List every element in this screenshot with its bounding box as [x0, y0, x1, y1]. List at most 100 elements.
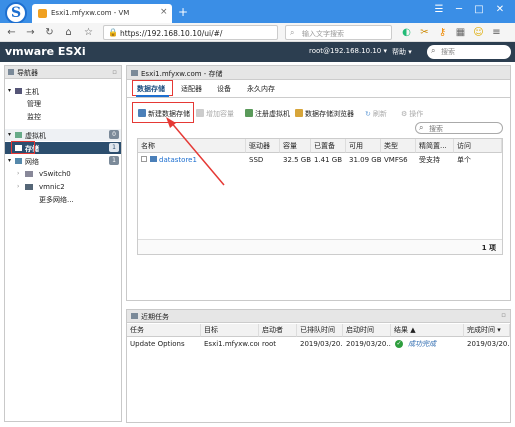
datastore-browser-icon — [295, 109, 303, 117]
filter-input[interactable]: ⌕ 搜索 — [415, 122, 503, 134]
network-icon — [15, 158, 22, 164]
search-icon: ⌕ — [419, 123, 424, 132]
key-icon[interactable]: ⚷ — [436, 26, 449, 39]
table-cell: 受支持 — [419, 156, 440, 164]
cut-icon[interactable]: ✂ — [418, 26, 431, 39]
column-header[interactable]: 完成时间 ▾ — [464, 324, 510, 337]
navigator-panel: 导航器 ▫ ▾ 主机 管理 监控 ▾ 虚拟机 0 存储 1 ▾ 网络 1 › v… — [4, 65, 122, 422]
column-header[interactable]: 访问 — [454, 139, 502, 153]
column-header[interactable]: 已置备 — [311, 139, 346, 153]
browser-logo-icon: S — [5, 2, 27, 24]
nav-item-label: 虚拟机 — [25, 132, 46, 140]
expand-icon: ▾ — [8, 87, 12, 94]
table-cell: 1.41 GB — [314, 156, 343, 164]
task-cell: 2019/03/20... — [467, 340, 510, 348]
datastore-browser-button[interactable]: 数据存储浏览器 — [295, 109, 354, 119]
expand-icon: ▾ — [8, 157, 12, 164]
refresh-icon[interactable]: ↻ — [43, 26, 56, 39]
column-header[interactable]: 目标 — [201, 324, 259, 337]
new-tab-icon[interactable]: + — [178, 5, 188, 19]
column-header[interactable]: 类型 — [381, 139, 416, 153]
nav-item-vswitch0[interactable]: › vSwitch0 — [5, 168, 121, 180]
nav-item-label: vmnic2 — [39, 183, 65, 191]
column-header[interactable]: 任务 — [127, 324, 201, 337]
minimize-icon[interactable]: ─ — [451, 3, 467, 17]
column-header[interactable]: 精简置... — [416, 139, 454, 153]
actions-button[interactable]: ⚙ 操作 — [401, 109, 423, 119]
url-text: https://192.168.10.10/ui/#/ — [120, 29, 223, 38]
column-header[interactable]: 驱动器 — [246, 139, 280, 153]
browser-tab[interactable]: Esxi1.mfyxw.com - VM × — [32, 4, 172, 23]
vswitch-icon — [25, 171, 33, 177]
user-menu[interactable]: root@192.168.10.10 ▾ — [309, 47, 387, 55]
column-header[interactable]: 启动者 — [259, 324, 297, 337]
tab-persistent-memory[interactable]: 永久内存 — [247, 84, 275, 96]
vms-count-badge: 0 — [109, 130, 119, 139]
menu-icon[interactable]: ☰ — [431, 3, 447, 17]
tab-adapters[interactable]: 适配器 — [181, 84, 202, 96]
nav-item-host[interactable]: ▾ 主机 — [5, 85, 121, 97]
collapse-icon[interactable]: ▫ — [112, 68, 117, 76]
vmware-brand: vmware ESXi — [5, 45, 86, 58]
refresh-button[interactable]: ↻ 刷新 — [365, 109, 387, 119]
forward-icon[interactable]: → — [24, 26, 37, 39]
nav-item-label: 管理 — [27, 100, 41, 108]
extension-icon[interactable]: ◐ — [400, 26, 413, 39]
register-vm-button[interactable]: 注册虚拟机 — [245, 109, 290, 119]
table-cell: VMFS6 — [384, 156, 408, 164]
column-header[interactable]: 可用 — [346, 139, 381, 153]
maximize-icon[interactable]: □ — [471, 3, 487, 17]
tab-devices[interactable]: 设备 — [217, 84, 231, 96]
search-placeholder: 输入文字搜索 — [302, 30, 344, 38]
back-icon[interactable]: ← — [5, 26, 18, 39]
column-header[interactable]: 启动时间 — [343, 324, 391, 337]
url-bar[interactable]: 🔒 https://192.168.10.10/ui/#/ — [103, 25, 278, 40]
browser-navbar: ← → ↻ ⌂ ☆ 🔒 https://192.168.10.10/ui/#/ … — [0, 23, 515, 42]
grid-icon[interactable]: ▦ — [454, 26, 467, 39]
column-header[interactable]: 容量 — [280, 139, 311, 153]
tab-close-icon[interactable]: × — [160, 7, 168, 17]
storage-icon — [131, 70, 138, 76]
home-icon[interactable]: ⌂ — [62, 26, 75, 39]
nav-item-vmnic2[interactable]: › vmnic2 — [5, 181, 121, 193]
menu-more-icon[interactable]: ≡ — [490, 26, 503, 39]
datastores-tab-annotation-box — [132, 80, 173, 96]
actions-label: 操作 — [409, 110, 424, 118]
close-icon[interactable]: ✕ — [492, 3, 508, 17]
smile-icon[interactable]: ☺ — [472, 26, 485, 39]
task-cell: Esxi1.mfyxw.com — [204, 340, 259, 348]
expand-icon: ▾ — [8, 131, 12, 138]
table-footer: 1 项 — [138, 239, 502, 254]
collapse-icon[interactable]: ▫ — [501, 311, 506, 319]
nav-item-monitor[interactable]: 监控 — [5, 110, 121, 122]
vmware-search-input[interactable]: ⌕ 搜索 — [427, 45, 511, 59]
recent-tasks-panel: 近期任务 ▫ 任务 目标 启动者 已排队时间 启动时间 结果 ▲ 完成时间 ▾ … — [126, 309, 511, 423]
storage-annotation-box — [11, 141, 35, 154]
column-header[interactable]: 结果 ▲ — [391, 324, 464, 337]
nav-item-network[interactable]: ▾ 网络 1 — [5, 155, 121, 167]
nav-item-label: 主机 — [25, 88, 39, 96]
nav-item-manage[interactable]: 管理 — [5, 97, 121, 109]
task-cell: root — [262, 340, 277, 348]
tab-title: Esxi1.mfyxw.com - VM — [51, 9, 130, 17]
column-header[interactable]: 已排队时间 — [297, 324, 343, 337]
vm-icon — [15, 132, 22, 138]
table-cell: 32.5 GB — [283, 156, 311, 164]
recent-tasks-header: 近期任务 ▫ — [127, 310, 510, 323]
item-count: 1 项 — [481, 244, 496, 252]
browser-search-input[interactable]: ⌕ 输入文字搜索 — [285, 25, 392, 40]
help-menu[interactable]: 帮助 ▾ — [392, 47, 412, 57]
lock-icon: 🔒 — [108, 28, 118, 37]
task-cell: 2019/03/20... — [346, 340, 391, 348]
task-cell: Update Options — [130, 340, 185, 348]
nav-item-label: vSwitch0 — [39, 170, 71, 178]
nav-item-vms[interactable]: ▾ 虚拟机 0 — [5, 129, 121, 141]
register-vm-icon — [245, 109, 253, 117]
nav-item-label: 监控 — [27, 113, 41, 121]
search-icon: ⌕ — [431, 46, 436, 55]
filter-placeholder: 搜索 — [429, 125, 443, 133]
success-icon: ✓ — [395, 340, 403, 348]
nav-item-more-networks[interactable]: 更多网络... — [5, 193, 121, 205]
row-checkbox[interactable] — [141, 156, 147, 162]
bookmark-icon[interactable]: ☆ — [82, 26, 95, 39]
